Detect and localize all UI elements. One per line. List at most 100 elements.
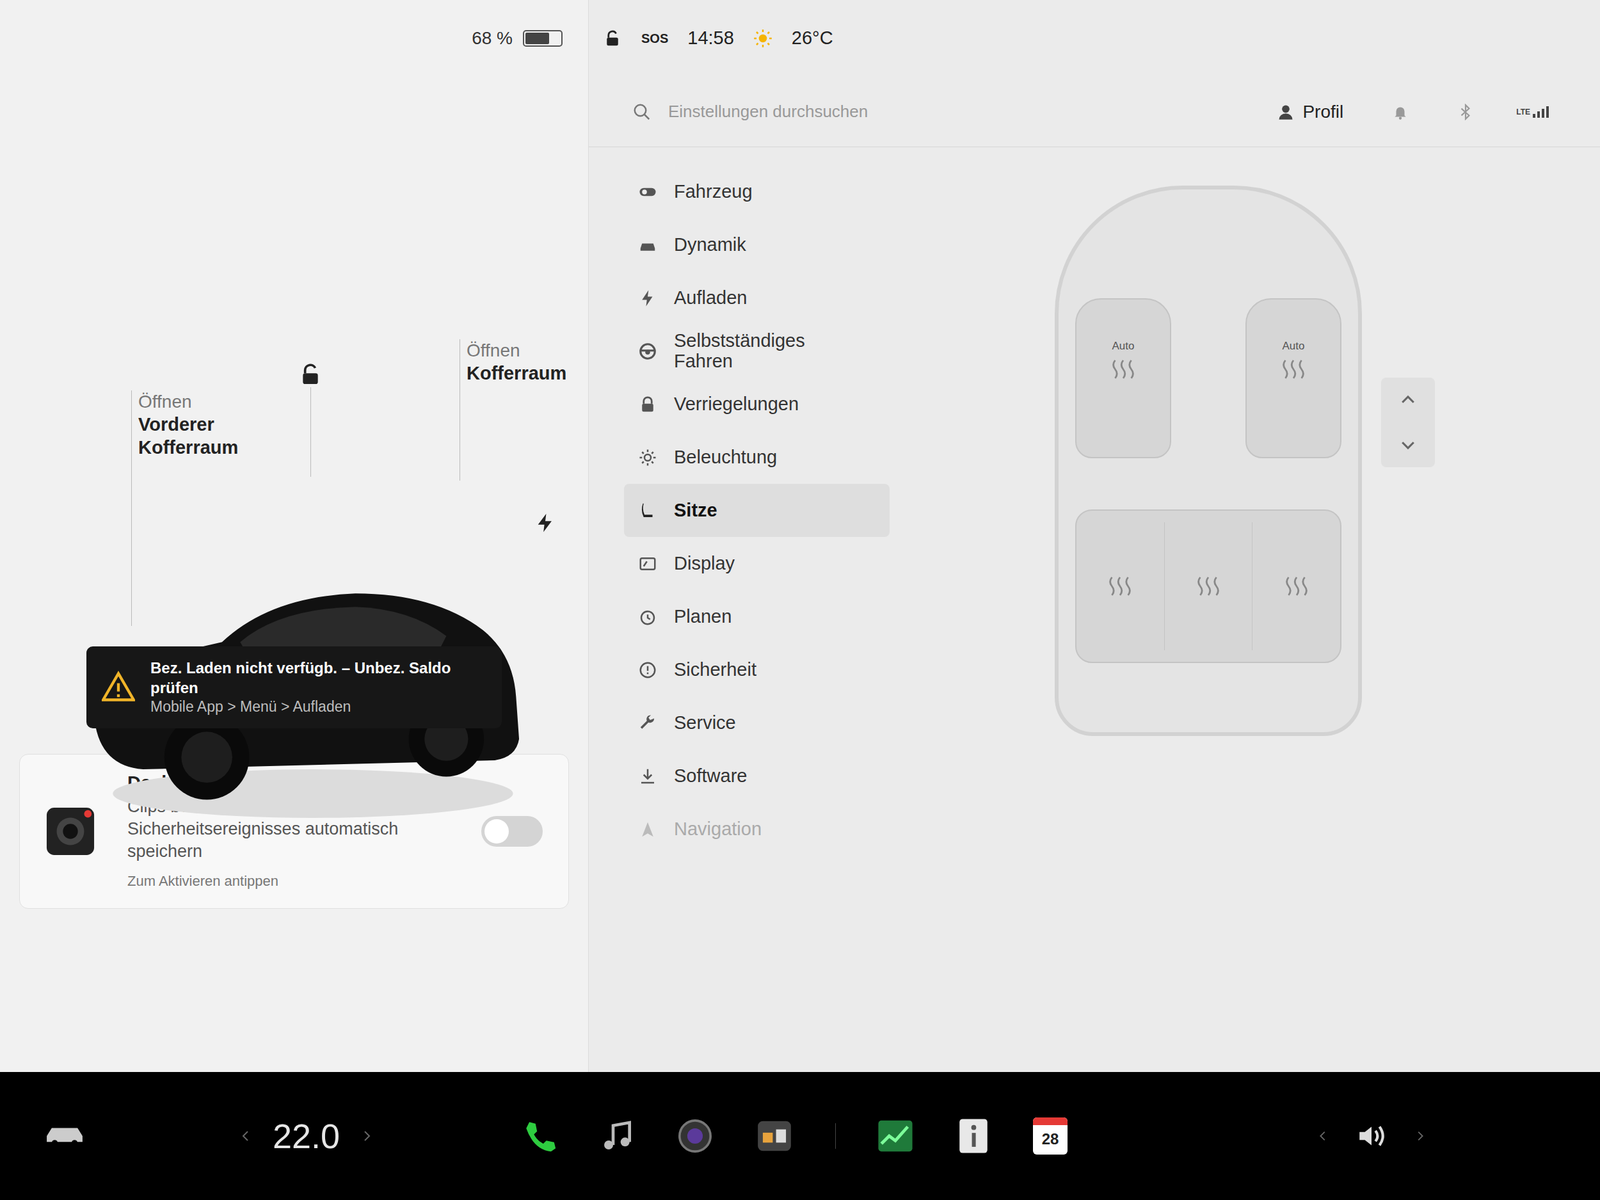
menu-item[interactable]: Planen — [624, 590, 890, 644]
settings-search[interactable] — [668, 99, 1261, 125]
menu-item[interactable]: Fahrzeug — [624, 165, 890, 219]
phone-icon[interactable] — [521, 1117, 559, 1155]
seat-heat-icon — [1280, 358, 1307, 381]
search-icon — [632, 102, 652, 122]
charge-port-icon[interactable] — [534, 512, 557, 534]
battery-icon — [522, 30, 563, 47]
lock-icon — [638, 394, 658, 415]
bluetooth-icon[interactable] — [1457, 103, 1474, 121]
status-bar: SOS14:5826°C — [588, 0, 1600, 77]
rear-seat[interactable] — [1252, 522, 1341, 651]
front-seat[interactable]: Auto — [1245, 298, 1342, 459]
volume-control[interactable] — [1315, 1120, 1428, 1152]
car-icon[interactable] — [44, 1123, 85, 1149]
seat-heat-icon — [1194, 575, 1222, 598]
menu-item[interactable]: Aufladen — [624, 271, 890, 325]
camera-icon[interactable] — [676, 1117, 714, 1155]
signal-icon — [1532, 106, 1549, 118]
door-lock-button[interactable] — [297, 361, 324, 477]
menu-item[interactable]: Service — [624, 696, 890, 750]
chevron-up-icon[interactable] — [1398, 390, 1418, 410]
alert-path: Mobile App > Menü > Aufladen — [150, 697, 487, 717]
dashcam-icon — [45, 806, 96, 857]
signal-bar — [1532, 113, 1536, 118]
light-icon — [638, 448, 658, 468]
sun-icon — [753, 28, 773, 48]
lock-icon[interactable] — [297, 361, 324, 388]
car-view: ÖffnenVorderer Kofferraum ÖffnenKofferrau… — [0, 76, 589, 724]
menu-label: Dynamik — [673, 234, 747, 256]
menu-item[interactable]: Dynamik — [624, 218, 890, 272]
menu-label: Fahrzeug — [673, 181, 753, 203]
seat-heat-icon — [1283, 575, 1311, 598]
car-icon — [638, 235, 658, 255]
charging-alert: Bez. Laden nicht verfügb. – Unbez. Saldo… — [86, 646, 502, 729]
alert-title: Bez. Laden nicht verfügb. – Unbez. Saldo… — [150, 657, 487, 698]
cellular-status: LTE — [1516, 106, 1549, 118]
seat-mode-label: Auto — [1112, 337, 1135, 355]
battery-percent: 68 % — [471, 24, 513, 52]
menu-item[interactable]: Display — [624, 536, 890, 591]
front-trunk-label: Vorderer Kofferraum — [138, 412, 285, 460]
menu-item[interactable]: Software — [624, 749, 890, 803]
menu-label: Navigation — [673, 819, 762, 840]
music-icon[interactable] — [599, 1118, 636, 1154]
dashcam-toggle[interactable] — [481, 816, 543, 847]
menu-item[interactable]: Selbstständiges Fahren — [624, 324, 890, 378]
chevron-right-icon[interactable] — [359, 1128, 375, 1144]
toggle-icon — [638, 182, 658, 202]
menu-item[interactable]: Verriegelungen — [624, 377, 890, 431]
settings-panel: SOS14:5826°C Profil LTE Fahrzeug Dynamik Aufl… — [588, 0, 1600, 1072]
chevron-down-icon[interactable] — [1398, 435, 1418, 455]
menu-label: Software — [673, 766, 747, 787]
scroll-buttons — [1381, 377, 1435, 468]
chevron-left-icon[interactable] — [1315, 1128, 1330, 1144]
front-trunk-button[interactable]: ÖffnenVorderer Kofferraum — [131, 390, 285, 626]
rear-bench — [1075, 509, 1342, 664]
menu-item[interactable]: Beleuchtung — [624, 430, 890, 484]
profile-button[interactable]: Profil — [1276, 98, 1344, 126]
menu-item[interactable]: Sicherheit — [624, 643, 890, 697]
menu-label: Sicherheit — [673, 659, 757, 681]
toybox-icon[interactable] — [754, 1116, 795, 1156]
stocks-icon[interactable] — [876, 1117, 914, 1155]
bolt-icon — [638, 288, 658, 308]
rear-seat[interactable] — [1164, 522, 1254, 651]
chevron-left-icon[interactable] — [238, 1128, 254, 1144]
menu-label: Planen — [673, 606, 732, 628]
climate-control[interactable]: 22.0 — [238, 1110, 375, 1163]
chevron-right-icon[interactable] — [1413, 1128, 1428, 1144]
sos-label: SOS — [641, 28, 669, 48]
front-row: Auto Auto — [1075, 298, 1342, 459]
network-label: LTE — [1516, 106, 1531, 118]
seat-heat-icon — [1109, 358, 1137, 381]
rear-seat[interactable] — [1076, 522, 1165, 651]
display-icon — [638, 554, 658, 574]
rear-trunk-button[interactable]: ÖffnenKofferraum — [459, 339, 582, 481]
search-row: Profil LTE — [588, 76, 1600, 148]
calendar-day: 28 — [1032, 1125, 1068, 1154]
screen: 68 % ÖffnenVorderer Kofferraum ÖffnenKoffe… — [0, 0, 1600, 1072]
dashcam-hint: Zum Aktivieren antippen — [127, 870, 450, 892]
seat-heat-icon — [1106, 575, 1134, 598]
alert-text: Bez. Laden nicht verfügb. – Unbez. Saldo… — [150, 657, 487, 717]
menu-item[interactable]: Sitze — [624, 483, 890, 537]
cabin-temperature: 22.0 — [272, 1110, 340, 1163]
warning-icon — [101, 670, 136, 704]
app-launcher: 28 — [521, 1116, 1068, 1156]
menu-item[interactable]: Navigation — [624, 802, 890, 856]
dock: 22.0 28 — [0, 1072, 1600, 1200]
steering-wheel-icon — [638, 341, 658, 361]
calendar-button[interactable]: 28 — [1032, 1117, 1068, 1155]
bell-icon[interactable] — [1392, 103, 1409, 121]
manual-icon[interactable] — [954, 1117, 992, 1155]
battery-fill — [525, 32, 550, 45]
signal-bar — [1537, 111, 1540, 118]
seat-mode-label: Auto — [1282, 337, 1305, 355]
settings-content: Fahrzeug Dynamik AufladenSelbstständiges F… — [588, 147, 1600, 1072]
dock-divider — [835, 1123, 836, 1149]
rear-trunk-label: Kofferraum — [466, 361, 582, 385]
seat-icon — [638, 501, 658, 521]
volume-icon[interactable] — [1355, 1120, 1388, 1152]
front-seat[interactable]: Auto — [1075, 298, 1172, 459]
